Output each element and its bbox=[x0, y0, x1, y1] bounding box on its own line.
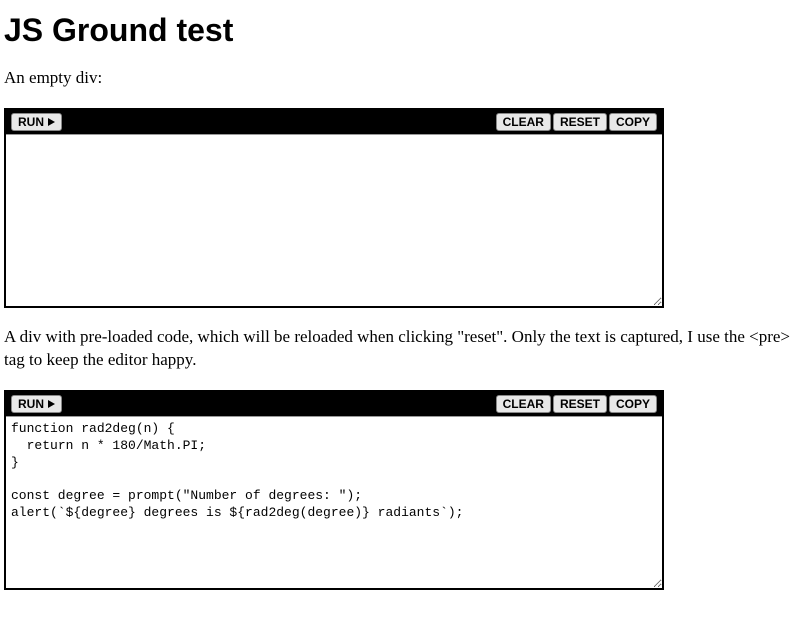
run-button-label: RUN bbox=[18, 115, 44, 129]
intro-para-1: An empty div: bbox=[4, 67, 799, 90]
play-icon bbox=[48, 400, 55, 408]
run-button[interactable]: RUN bbox=[11, 113, 62, 131]
jsground-sample: RUN CLEAR RESET COPY bbox=[4, 390, 664, 590]
copy-button[interactable]: COPY bbox=[609, 113, 657, 131]
play-icon bbox=[48, 118, 55, 126]
toolbar: RUN CLEAR RESET COPY bbox=[6, 110, 662, 134]
clear-button[interactable]: CLEAR bbox=[496, 113, 551, 131]
toolbar: RUN CLEAR RESET COPY bbox=[6, 392, 662, 416]
copy-button[interactable]: COPY bbox=[609, 395, 657, 413]
reset-button[interactable]: RESET bbox=[553, 395, 607, 413]
run-button-label: RUN bbox=[18, 397, 44, 411]
reset-button[interactable]: RESET bbox=[553, 113, 607, 131]
page-title: JS Ground test bbox=[4, 12, 799, 49]
code-editor-empty[interactable] bbox=[6, 134, 662, 306]
clear-button[interactable]: CLEAR bbox=[496, 395, 551, 413]
code-editor-sample[interactable] bbox=[6, 416, 662, 588]
intro-para-2: A div with pre-loaded code, which will b… bbox=[4, 326, 799, 372]
jsground-empty: RUN CLEAR RESET COPY bbox=[4, 108, 664, 308]
run-button[interactable]: RUN bbox=[11, 395, 62, 413]
